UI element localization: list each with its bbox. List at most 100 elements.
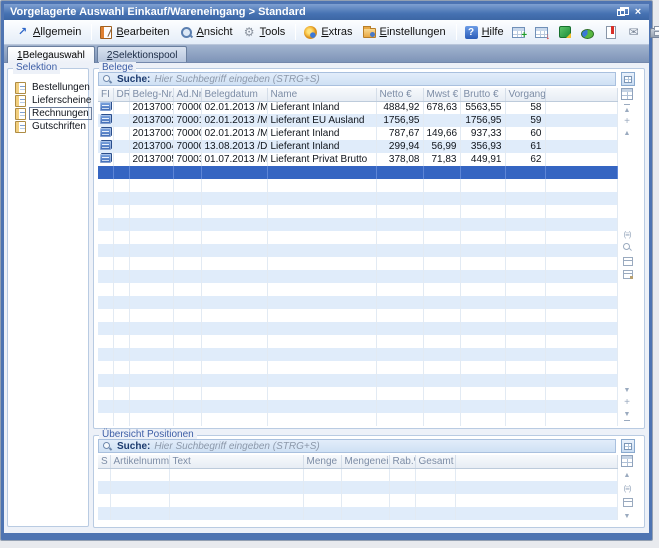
column-header-empty[interactable] [545, 88, 617, 101]
table-add-button[interactable] [510, 23, 528, 41]
search-options-button[interactable] [621, 439, 635, 453]
empty-cell [98, 205, 113, 218]
scroll-down-icon[interactable] [621, 385, 633, 396]
menu-item-allgemein[interactable]: Allgemein [12, 24, 87, 41]
column-header-mwst[interactable]: Mwst € [423, 88, 460, 101]
sidebar-item-bestellungen[interactable]: Bestellungen [8, 81, 88, 94]
move-down-icon[interactable] [621, 397, 633, 408]
table-export-button[interactable] [533, 23, 551, 41]
empty-row [98, 348, 617, 361]
selected-row[interactable] [98, 166, 617, 179]
empty-cell [460, 335, 505, 348]
empty-cell [423, 400, 460, 413]
empty-cell [98, 322, 113, 335]
empty-cell [113, 348, 129, 361]
empty-cell [113, 400, 129, 413]
menu-item-ansicht[interactable]: Ansicht [176, 24, 239, 41]
print-button[interactable] [648, 23, 659, 41]
column-header-gesamt[interactable]: Gesamt € [415, 455, 455, 468]
table-row[interactable]: 201370017000002.01.2013 /MiLieferant Inl… [98, 101, 617, 114]
column-header-s[interactable]: S [98, 455, 110, 468]
sidebar-item-gutschriften[interactable]: Gutschriften [8, 120, 88, 133]
empty-cell [505, 400, 545, 413]
empty-cell [129, 231, 173, 244]
empty-cell [423, 387, 460, 400]
menubar-items: Allgemein BearbeitenAnsichtTools ExtrasEin… [12, 24, 510, 41]
grid-view-icon[interactable] [621, 496, 633, 507]
column-header-brutto[interactable]: Brutto € [460, 88, 505, 101]
table-row[interactable]: 201370047000013.08.2013 /DiLieferant Inl… [98, 140, 617, 153]
column-header-rab[interactable]: Rab.% [389, 455, 415, 468]
menu-item-tools[interactable]: Tools [239, 24, 292, 41]
empty-row [98, 361, 617, 374]
menu-item-hilfe[interactable]: Hilfe [461, 24, 510, 41]
table-row[interactable]: 201370027000102.01.2013 /MiLieferant EU … [98, 114, 617, 127]
column-header-mengeneinheit[interactable]: Mengeneinheit [341, 455, 389, 468]
empty-cell [460, 413, 505, 426]
row-count-icon[interactable] [621, 483, 633, 494]
search-options-button[interactable] [621, 72, 635, 86]
chart-pie-button[interactable] [579, 23, 597, 41]
column-header-belegdatum[interactable]: Belegdatum [201, 88, 267, 101]
column-header-vorgang[interactable]: Vorgang [505, 88, 545, 101]
belege-column-chooser[interactable] [619, 88, 635, 100]
tab-2-selektionspool[interactable]: 2 Selektionspool [97, 46, 188, 62]
search-icon [103, 74, 113, 84]
restore-button[interactable] [614, 6, 628, 18]
tab-1-belegauswahl[interactable]: 1 Belegauswahl [7, 46, 95, 63]
scroll-up-icon[interactable] [621, 470, 633, 481]
empty-cell [98, 335, 113, 348]
sidebar-item-rechnungen[interactable]: Rechnungen [8, 107, 88, 120]
belege-strip-bottom [619, 385, 635, 420]
empty-cell [113, 322, 129, 335]
table-row[interactable]: 201370037000002.01.2013 /MiLieferant Inl… [98, 127, 617, 140]
positionen-column-chooser[interactable] [619, 455, 635, 467]
column-header-fi[interactable]: FI [98, 88, 113, 101]
menu-item-extras[interactable]: Extras [300, 24, 358, 41]
menu-item-einstellungen[interactable]: Einstellungen [359, 24, 452, 40]
empty-cell [113, 244, 129, 257]
empty-cell [129, 348, 173, 361]
empty-cell [98, 374, 113, 387]
column-header-ad-nr[interactable]: Ad.Nr. [173, 88, 201, 101]
grid-edit-icon[interactable] [621, 268, 633, 279]
belege-search-bar[interactable]: Suche: Hier Suchbegriff eingeben (STRG+S… [98, 72, 616, 86]
scroll-down-icon[interactable] [621, 511, 633, 522]
header-row: SArtikelnummerTextMengeMengeneinheitRab.… [98, 455, 617, 468]
search-in-grid-icon[interactable] [621, 242, 633, 253]
pdf-document-button[interactable] [602, 23, 620, 41]
empty-cell [267, 296, 376, 309]
column-header-artikelnummer[interactable]: Artikelnummer [110, 455, 169, 468]
menu-item-bearbeiten[interactable]: Bearbeiten [96, 24, 175, 41]
close-button[interactable]: × [631, 6, 645, 18]
column-header-name[interactable]: Name [267, 88, 376, 101]
row-count-icon[interactable] [621, 229, 633, 240]
sidebar-item-label: Gutschriften [30, 121, 88, 132]
move-up-icon[interactable] [621, 116, 633, 127]
sidebar-item-lieferscheine[interactable]: Lieferscheine [8, 94, 88, 107]
column-header-text[interactable]: Text [169, 455, 303, 468]
scroll-to-top-icon[interactable] [621, 104, 633, 115]
empty-cell [545, 283, 617, 296]
column-header-beleg-nr[interactable]: Beleg-Nr.▼ [129, 88, 173, 101]
excel-export-button[interactable] [556, 23, 574, 41]
empty-cell [267, 270, 376, 283]
toolbar-right-icons [510, 23, 659, 41]
empty-cell [460, 374, 505, 387]
doc-note-icon [15, 108, 26, 120]
grid-view-icon[interactable] [621, 255, 633, 266]
column-header-netto[interactable]: Netto € [376, 88, 423, 101]
column-header-dr[interactable]: DR [113, 88, 129, 101]
header-row: FIDRBeleg-Nr.▼Ad.Nr.BelegdatumNameNetto … [98, 88, 617, 101]
column-header-empty[interactable] [455, 455, 617, 468]
empty-cell [98, 218, 113, 231]
email-button[interactable] [625, 23, 643, 41]
scroll-up-icon[interactable] [621, 128, 633, 139]
positionen-search-bar[interactable]: Suche: Hier Suchbegriff eingeben (STRG+S… [98, 439, 616, 453]
table-row[interactable]: 201370057000301.07.2013 /MoLieferant Pri… [98, 153, 617, 166]
scroll-to-bottom-icon[interactable] [621, 409, 633, 420]
empty-cell [129, 374, 173, 387]
empty-cell [129, 192, 173, 205]
empty-cell [98, 468, 110, 481]
column-header-menge[interactable]: Menge [303, 455, 341, 468]
